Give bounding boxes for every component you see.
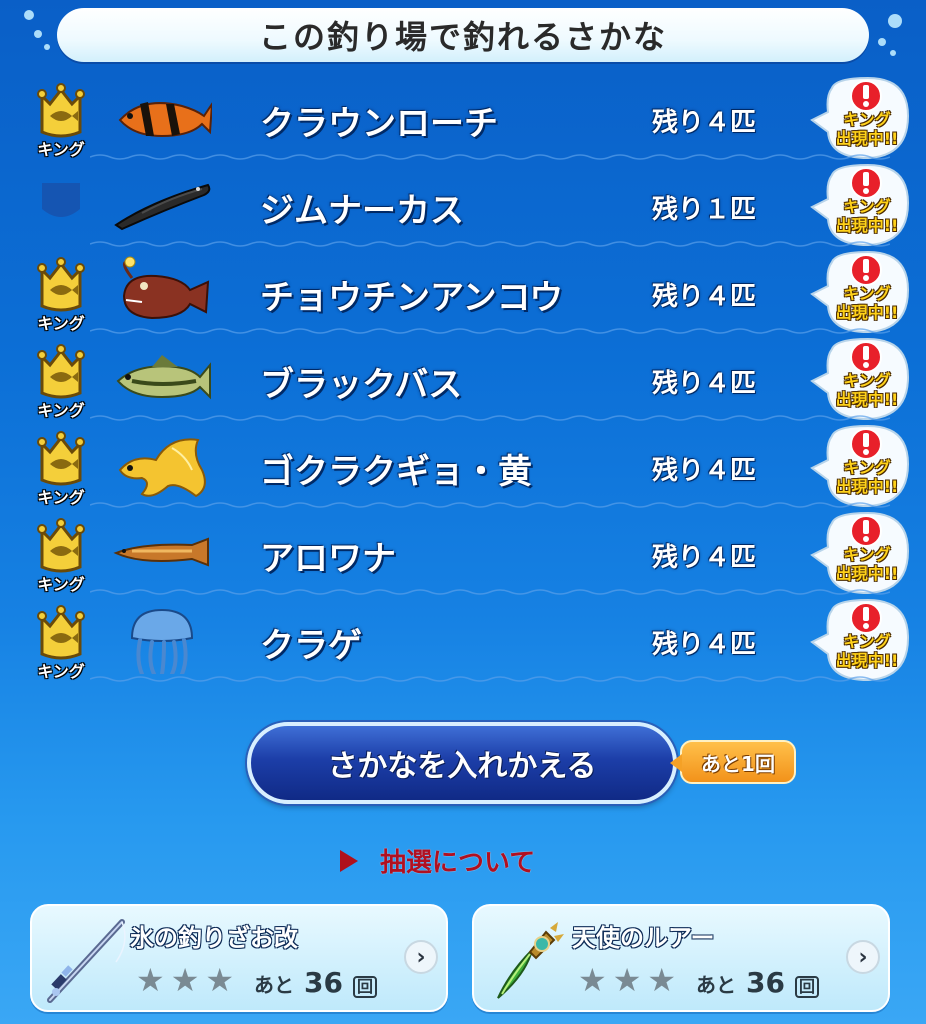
fish-row[interactable]: キング チョウチンアンコウ 残り４匹 キング 出現中!! xyxy=(0,248,926,335)
play-arrow-icon xyxy=(340,849,358,872)
fish-row[interactable]: ジムナーカス 残り１匹 キング 出現中!! xyxy=(0,161,926,248)
fish-row[interactable]: キング ブラックバス 残り４匹 キング 出現中!! xyxy=(0,335,926,422)
king-alert-label: キング 出現中!! xyxy=(835,458,899,496)
lottery-info-link[interactable]: 抽選について xyxy=(340,842,535,879)
ice-fishing-rod-icon xyxy=(47,919,126,1003)
king-crown-icon: キング xyxy=(28,82,94,159)
king-crown-icon: キング xyxy=(28,604,94,681)
equipment-name: 氷の釣りざお改 xyxy=(130,924,298,952)
swap-fish-button[interactable]: さかなを入れかえる xyxy=(247,722,677,804)
equipment-card-lure[interactable]: 天使のルアー ★ ★ ★ あと 36 回 › xyxy=(472,904,890,1012)
king-alert-bubble[interactable]: キング 出現中!! xyxy=(808,76,912,162)
lottery-info-label: 抽選について xyxy=(380,848,536,878)
wave-divider xyxy=(90,154,890,160)
fish-remaining-count: 残り４匹 xyxy=(652,630,757,660)
jellyfish-icon xyxy=(130,608,194,674)
king-label: キング xyxy=(37,140,85,159)
title-bar: この釣り場で釣れるさかな xyxy=(57,8,869,62)
king-label: キング xyxy=(37,488,85,507)
swap-fish-button-label: さかなを入れかえる xyxy=(327,749,597,784)
fish-name: チョウチンアンコウ xyxy=(260,278,564,318)
fish-row[interactable]: キング アロワナ 残り４匹 キング 出現中!! xyxy=(0,509,926,596)
empty-shield-icon xyxy=(28,169,94,245)
fish-name: ブラックバス xyxy=(260,365,463,405)
king-alert-label: キング 出現中!! xyxy=(835,371,899,409)
king-alert-label: キング 出現中!! xyxy=(835,110,899,148)
king-label: キング xyxy=(37,401,85,420)
fish-name: ジムナーカス xyxy=(260,191,464,231)
equipment-rating: ★ ★ ★ xyxy=(578,964,676,996)
equipment-name: 天使のルアー xyxy=(572,924,715,952)
wave-divider xyxy=(90,502,890,508)
king-crown-icon: キング xyxy=(28,343,94,420)
fish-row[interactable]: キング ゴクラクギョ・黄 残り４匹 キング 出現中!! xyxy=(0,422,926,509)
king-alert-label: キング 出現中!! xyxy=(835,284,899,322)
star-icon: ★ xyxy=(205,961,235,999)
black-bass-icon xyxy=(116,355,211,400)
king-alert-bubble[interactable]: キング 出現中!! xyxy=(808,511,912,597)
fish-remaining-count: 残り４匹 xyxy=(652,282,757,312)
wave-divider xyxy=(90,241,890,247)
equipment-remaining: あと 36 回 xyxy=(696,966,819,999)
remaining-count: 36 xyxy=(304,966,343,999)
fish-row[interactable]: キング クラゲ 残り４匹 キング 出現中!! xyxy=(0,596,926,683)
king-alert-label: キング 出現中!! xyxy=(835,197,899,235)
equipment-remaining: あと 36 回 xyxy=(254,966,377,999)
wave-divider xyxy=(90,676,890,682)
king-alert-bubble[interactable]: キング 出現中!! xyxy=(808,424,912,510)
fish-name: クラゲ xyxy=(260,626,362,666)
fish-remaining-count: 残り４匹 xyxy=(652,108,757,138)
fish-row[interactable]: キング クラウンローチ 残り４匹 キング 出現中!! xyxy=(0,74,926,161)
fish-remaining-count: 残り１匹 xyxy=(652,195,757,225)
wave-divider xyxy=(90,415,890,421)
fish-remaining-count: 残り４匹 xyxy=(652,369,757,399)
wave-divider xyxy=(90,328,890,334)
king-alert-bubble[interactable]: キング 出現中!! xyxy=(808,337,912,423)
page-title: この釣り場で釣れるさかな xyxy=(258,18,667,56)
equipment-rating: ★ ★ ★ xyxy=(136,964,234,996)
arowana-icon xyxy=(113,537,209,567)
star-icon: ★ xyxy=(136,961,165,999)
fish-name: クラウンローチ xyxy=(260,104,498,144)
king-alert-bubble[interactable]: キング 出現中!! xyxy=(808,250,912,336)
swap-remaining-badge: あと1回 xyxy=(670,740,796,784)
king-crown-icon: キング xyxy=(28,517,94,594)
remaining-unit: 回 xyxy=(352,976,377,998)
wave-divider xyxy=(90,589,890,595)
remaining-prefix: あと xyxy=(696,973,736,997)
king-alert-label: キング 出現中!! xyxy=(835,632,899,670)
equipment-card-rod[interactable]: 氷の釣りざお改 ★ ★ ★ あと 36 回 › xyxy=(30,904,448,1012)
king-alert-bubble[interactable]: キング 出現中!! xyxy=(808,163,912,249)
betta-yellow-icon xyxy=(118,438,206,498)
fish-name: ゴクラクギョ・黄 xyxy=(260,452,532,492)
king-crown-icon: キング xyxy=(28,256,94,333)
fish-name: アロワナ xyxy=(260,539,396,579)
king-label: キング xyxy=(37,314,85,333)
remaining-count: 36 xyxy=(746,966,785,999)
king-label: キング xyxy=(37,662,85,681)
chevron-right-icon[interactable]: › xyxy=(846,940,880,974)
fish-remaining-count: 残り４匹 xyxy=(652,543,757,573)
star-icon: ★ xyxy=(170,961,200,999)
star-icon: ★ xyxy=(612,961,642,999)
anglerfish-icon xyxy=(122,256,210,320)
fish-remaining-count: 残り４匹 xyxy=(652,456,757,486)
fish-list: キング クラウンローチ 残り４匹 キング 出現中!! ジムナーカス 残り１匹 キ… xyxy=(0,74,926,683)
star-icon: ★ xyxy=(578,961,607,999)
angel-lure-icon xyxy=(497,922,564,999)
king-crown-icon: キング xyxy=(28,430,94,507)
remaining-prefix: あと xyxy=(254,973,294,997)
king-alert-label: キング 出現中!! xyxy=(835,545,899,583)
gymnarchus-icon xyxy=(114,183,211,231)
king-alert-bubble[interactable]: キング 出現中!! xyxy=(808,598,912,684)
remaining-unit: 回 xyxy=(794,976,819,998)
clown-loach-icon xyxy=(118,102,212,138)
star-icon: ★ xyxy=(647,961,677,999)
king-label: キング xyxy=(37,575,85,594)
chevron-right-icon[interactable]: › xyxy=(404,940,438,974)
